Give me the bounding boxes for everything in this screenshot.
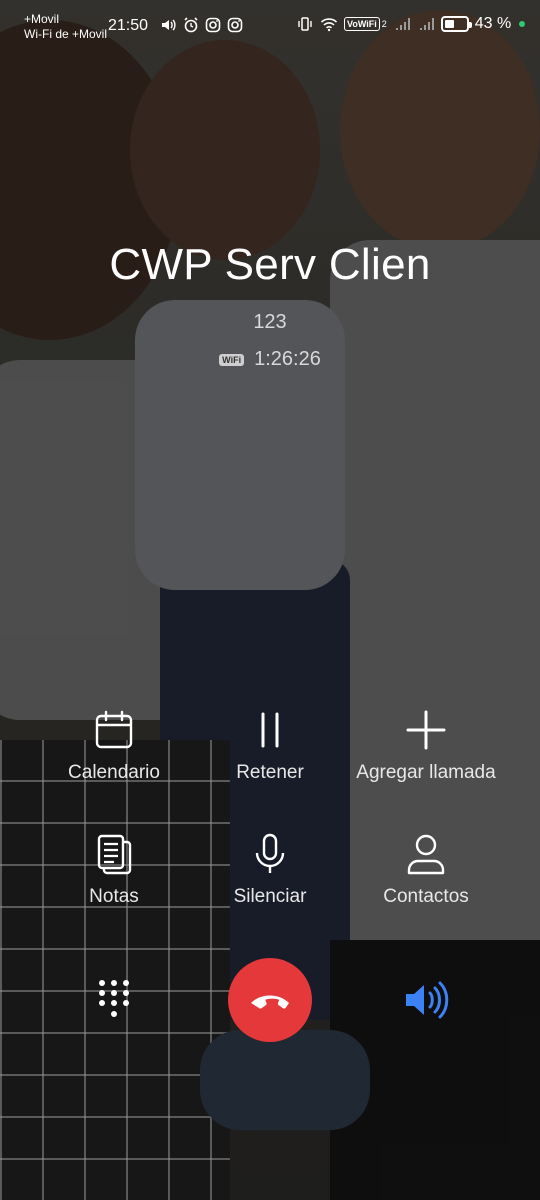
calendar-label: Calendario: [68, 762, 160, 783]
caller-number: 123: [253, 311, 287, 333]
wifi-icon: [320, 18, 338, 32]
speaker-icon[interactable]: [402, 980, 450, 1020]
caller-name: CWP Serv Clien: [109, 240, 431, 289]
vowifi-badge: VoWiFi: [344, 17, 380, 31]
mute-label: Silenciar: [233, 886, 307, 907]
battery-percent: 43 %: [474, 15, 512, 32]
add-call-button[interactable]: Agregar llamada: [336, 708, 516, 784]
add-call-label: Agregar llamada: [356, 762, 496, 783]
clock: 21:50: [108, 17, 149, 34]
instagram-icon-2: [227, 17, 243, 33]
battery-icon: [440, 16, 472, 32]
signal-bars-icon: [395, 18, 410, 30]
battery-level: [444, 20, 454, 28]
pause-icon: [261, 712, 279, 748]
plus-icon: [406, 710, 446, 750]
vowifi-sim-number: 2: [381, 19, 387, 29]
call-duration: 1:26:26: [254, 348, 321, 370]
signal-bars-icon-2: [419, 18, 434, 30]
end-call-button[interactable]: [228, 958, 312, 1042]
mute-button[interactable]: Silenciar: [180, 832, 360, 908]
notes-label: Notas: [89, 886, 139, 907]
calendar-button[interactable]: Calendario: [24, 708, 204, 784]
alarm-icon: [184, 17, 198, 33]
volume-icon: [162, 19, 176, 31]
wifi-call-badge: WiFi: [219, 353, 245, 366]
notes-icon: [97, 834, 132, 875]
call-status-row: WiFi 1:26:26: [0, 348, 540, 371]
privacy-indicator-dot: [519, 21, 526, 27]
hang-up-icon: [251, 995, 289, 1009]
hold-label: Retener: [236, 762, 304, 783]
carrier-info: +Movil Wi-Fi de +Movil: [24, 12, 107, 42]
contacts-label: Contactos: [383, 886, 469, 907]
hold-button[interactable]: Retener: [180, 708, 360, 784]
status-bar: +Movil Wi-Fi de +Movil 21:50 VoWiFi 2 43…: [0, 0, 540, 50]
contacts-button[interactable]: Contactos: [336, 832, 516, 908]
vibrate-icon: [298, 17, 312, 31]
person-icon: [407, 834, 445, 875]
wifi-network-name: Wi-Fi de +Movil: [24, 27, 108, 41]
carrier-name: +Movil: [24, 12, 60, 26]
dialpad-icon[interactable]: [94, 978, 134, 1022]
microphone-icon: [255, 833, 285, 873]
notes-button[interactable]: Notas: [24, 832, 204, 908]
calendar-icon: [95, 710, 133, 749]
instagram-icon: [205, 17, 221, 33]
